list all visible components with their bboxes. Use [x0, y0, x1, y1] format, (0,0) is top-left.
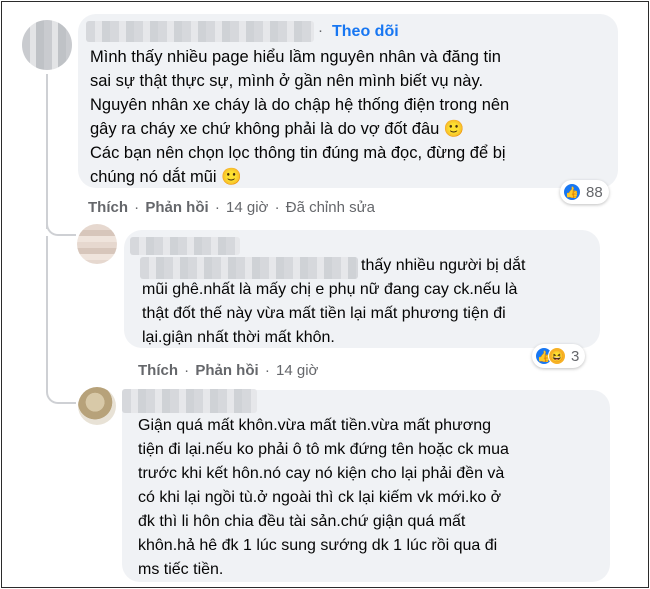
thread-line [46, 74, 48, 229]
reaction-count: 88 [586, 183, 603, 201]
commenter-name-redacted[interactable] [86, 21, 314, 42]
reaction-summary[interactable]: 👍 😆 3 [532, 344, 586, 368]
thread-connector [46, 382, 76, 404]
comment-text: Giận quá mất khôn.vừa mất tiền.vừa mất p… [138, 417, 509, 578]
timestamp[interactable]: 14 giờ [276, 362, 318, 379]
comment-actions: Thích · Phản hồi · 14 giờ · Đã chỉnh sửa [88, 199, 376, 216]
follow-button[interactable]: Theo dõi [332, 23, 399, 41]
haha-icon: 😆 [548, 347, 566, 365]
commenter-name-redacted[interactable] [122, 389, 257, 413]
comment-thread-screenshot: · Theo dõi Mình thấy nhiều page hiểu lầm… [1, 1, 649, 588]
timestamp[interactable]: 14 giờ [226, 199, 268, 216]
reply-link[interactable]: Phản hồi [195, 362, 258, 379]
separator-dot: · [318, 22, 323, 39]
thread-connector [46, 212, 76, 236]
commenter-name-redacted[interactable] [130, 237, 240, 255]
like-link[interactable]: Thích [88, 199, 128, 216]
like-link[interactable]: Thích [138, 362, 178, 379]
commenter-avatar[interactable] [22, 20, 72, 70]
reaction-count: 3 [571, 347, 580, 365]
like-icon: 👍 [563, 183, 581, 201]
thread-line [46, 236, 48, 386]
edited-label[interactable]: Đã chỉnh sửa [286, 199, 375, 216]
commenter-avatar[interactable] [77, 224, 117, 264]
comment-text: Mình thấy nhiều page hiểu lầm nguyên nhâ… [90, 48, 510, 186]
reaction-summary[interactable]: 👍 88 [560, 180, 609, 204]
comment-text: thấy nhiều người bị dắt mũi ghê.nhất là … [142, 257, 526, 346]
reply-link[interactable]: Phản hồi [145, 199, 208, 216]
comment-actions: Thích · Phản hồi · 14 giờ [138, 362, 319, 379]
commenter-avatar[interactable] [78, 387, 116, 425]
